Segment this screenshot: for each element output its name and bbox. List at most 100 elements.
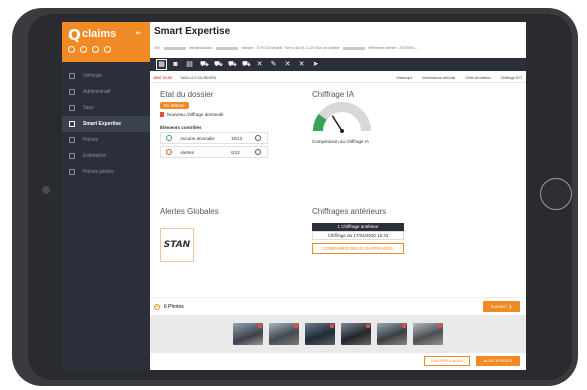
- delete-icon[interactable]: [366, 324, 370, 328]
- dossier-date: 28/07 15:58: [153, 76, 172, 80]
- prior-quotes: 1 Chiffrage antérieur Chiffrage du 17/04…: [312, 223, 404, 254]
- check-value: 10/12: [231, 135, 243, 141]
- delete-icon[interactable]: [438, 324, 442, 328]
- chiffrage-link[interactable]: Chiffrage E/O: [501, 76, 522, 80]
- sidebar: Q claims ⇤ Véhicule Administratif Taux S…: [62, 22, 150, 370]
- photos-label: 6 Photos: [164, 304, 184, 310]
- power-icon[interactable]: [104, 46, 111, 53]
- vehicle-info-link[interactable]: Informations véhicule: [422, 76, 455, 80]
- redacted-value: [343, 46, 366, 50]
- tools-icon[interactable]: ✕: [284, 61, 291, 68]
- sidebar-item-label: Taux: [83, 105, 94, 111]
- photo-thumbnail[interactable]: [377, 323, 407, 345]
- sidebar-item-administratif[interactable]: Administratif: [62, 84, 150, 100]
- anterieurs-panel: Chiffrages antérieurs 1 Chiffrage antéri…: [312, 207, 452, 254]
- paint-icon[interactable]: ✎: [270, 61, 277, 68]
- gauge-fill: [312, 113, 327, 132]
- delete-icon[interactable]: [330, 324, 334, 328]
- logo-mark: Q: [68, 26, 81, 44]
- stan-logo[interactable]: STAN: [160, 228, 194, 262]
- wrench-icon[interactable]: ✕: [256, 61, 263, 68]
- car-rear-icon[interactable]: ⛟: [228, 61, 237, 68]
- prior-quote-item[interactable]: Chiffrage du 17/04/2020 15:43: [312, 231, 404, 240]
- gauge-pivot: [340, 129, 344, 133]
- subbar-links: Historique Informations véhicule Grille …: [397, 76, 522, 80]
- stan-logo-text: STAN: [163, 240, 191, 250]
- sidebar-item-label: Administratif: [83, 89, 111, 95]
- sidebar-item-estimation[interactable]: Estimation: [62, 148, 150, 164]
- check-circle-icon: [166, 135, 172, 141]
- paperclip-icon: [69, 169, 75, 175]
- compare-button[interactable]: COMPARER DEUX CHIFFRAGES: [312, 243, 404, 254]
- photos-label-group[interactable]: + 6 Photos: [154, 304, 184, 310]
- sidebar-item-label: Smart Expertise: [83, 121, 122, 127]
- photo-thumbnail[interactable]: [269, 323, 299, 345]
- check-row: Aucune anomalie 10/12: [160, 132, 268, 144]
- repair-icon[interactable]: ✕: [298, 61, 305, 68]
- user-icon[interactable]: [92, 46, 99, 53]
- photo-thumbnail[interactable]: [305, 323, 335, 345]
- grid-icon[interactable]: ▦: [156, 59, 167, 70]
- brand-text: Marque : TOYOTA Modèle : Bm a (Icd 5) 11…: [241, 46, 315, 50]
- chiffrage-ia-title: Chiffrage IA: [312, 90, 355, 99]
- prior-count: 1 Chiffrage antérieur: [312, 223, 404, 231]
- sidebar-item-label: Pièces jointes: [83, 169, 114, 175]
- sidebar-item-pieces-jointes[interactable]: Pièces jointes: [62, 164, 150, 180]
- car-side-icon[interactable]: ⛟: [214, 61, 223, 68]
- checks-title: Éléments contrôlés: [160, 125, 202, 130]
- relation-grid-link[interactable]: Grille de relation: [465, 76, 490, 80]
- car-front-icon[interactable]: ⛟: [200, 61, 209, 68]
- immat-label: Immatriculation :: [188, 46, 215, 50]
- sidebar-item-vehicule[interactable]: Véhicule: [62, 68, 150, 84]
- info-icon[interactable]: [255, 149, 261, 155]
- redacted-value: [216, 46, 239, 50]
- camera-lens: [42, 186, 50, 194]
- delete-icon[interactable]: [402, 324, 406, 328]
- topbar: Smart Expertise: [150, 22, 526, 41]
- sidebar-item-pieces[interactable]: Pièces: [62, 132, 150, 148]
- document-icon: [160, 112, 164, 117]
- redacted-value: [163, 46, 186, 50]
- history-link[interactable]: Historique: [397, 76, 413, 80]
- home-icon[interactable]: [68, 46, 75, 53]
- new-quote-text: Nouveau chiffrage demandé: [167, 112, 224, 117]
- dossier-title: Etat du dossier: [160, 90, 214, 99]
- parts-icon: [69, 137, 75, 143]
- dossier-panel: Etat du dossier En attente Nouveau chiff…: [160, 90, 300, 158]
- delete-icon[interactable]: [258, 324, 262, 328]
- settings-icon[interactable]: [80, 46, 87, 53]
- photo-thumbnail[interactable]: [233, 323, 263, 345]
- rate-icon: [69, 105, 75, 111]
- camera-icon[interactable]: ◙: [172, 61, 179, 68]
- sidebar-item-taux[interactable]: Taux: [62, 100, 150, 116]
- file-icon[interactable]: ▤: [186, 61, 193, 68]
- secondary-action-button[interactable]: ENVOYER À NOUS: [424, 356, 470, 366]
- header-icon-group: [68, 46, 111, 53]
- go-to-parts-button[interactable]: ALLER À PIÈCES: [475, 356, 520, 366]
- info-icon[interactable]: [255, 135, 261, 141]
- sidebar-item-smart-expertise[interactable]: Smart Expertise: [62, 116, 150, 132]
- logo-area: Q claims ⇤: [62, 22, 150, 62]
- collapse-arrow-icon[interactable]: ⇤: [136, 29, 142, 37]
- alert-circle-icon: [166, 149, 172, 155]
- alertes-title: Alertes Globales: [160, 207, 219, 216]
- vin-label: VIN :: [154, 46, 162, 50]
- gauge-caption: Comparaison au chiffrage IA: [312, 139, 369, 144]
- photo-thumbnail[interactable]: [341, 323, 371, 345]
- alertes-panel: Alertes Globales STAN: [160, 207, 300, 262]
- send-icon[interactable]: ➤: [312, 61, 319, 68]
- next-button[interactable]: SUIVANT ❯: [482, 301, 520, 312]
- check-value: 0/12: [231, 149, 240, 155]
- check-label: Aucune anomalie: [180, 135, 215, 141]
- owner-label: Nom du sinistré :: [315, 46, 342, 50]
- car-top-icon[interactable]: ⛟: [242, 61, 251, 68]
- delete-icon[interactable]: [294, 324, 298, 328]
- add-icon: +: [154, 304, 160, 310]
- expertise-icon: [69, 121, 75, 127]
- sidebar-item-label: Pièces: [83, 137, 99, 143]
- check-row: Alertes 0/12: [160, 146, 268, 158]
- photo-thumbnail[interactable]: [413, 323, 443, 345]
- photo-thumbnails: [150, 315, 526, 353]
- app-screen: Q claims ⇤ Véhicule Administratif Taux S…: [62, 22, 526, 370]
- home-button[interactable]: [540, 178, 572, 210]
